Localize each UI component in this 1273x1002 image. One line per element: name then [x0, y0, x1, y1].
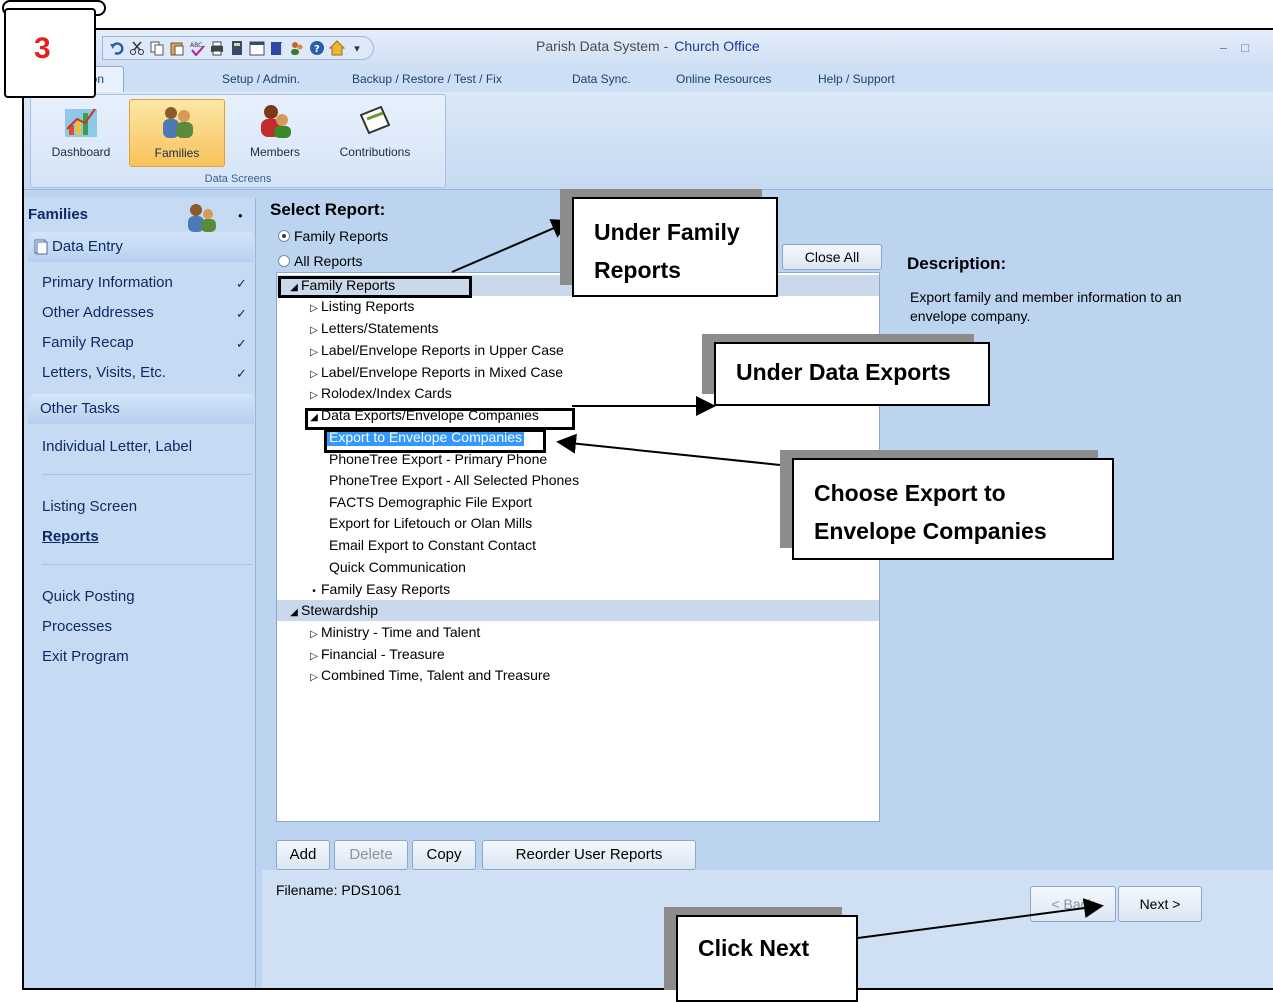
callout-line: Reports [594, 257, 681, 283]
callout-data-exports: Under Data Exports [714, 342, 990, 406]
step-number-badge: 3 [4, 8, 96, 98]
callout-line: Choose Export to [814, 480, 1006, 506]
callout-line: Under Data Exports [736, 359, 951, 385]
callout-line: Under Family [594, 219, 740, 245]
step-number: 3 [34, 32, 51, 65]
callout-line: Envelope Companies [814, 518, 1047, 544]
callout-family-reports: Under Family Reports [572, 197, 778, 297]
callout-click-next: Click Next [676, 915, 858, 1002]
callout-line: Click Next [698, 935, 810, 961]
callout-choose-export: Choose Export to Envelope Companies [792, 458, 1114, 560]
